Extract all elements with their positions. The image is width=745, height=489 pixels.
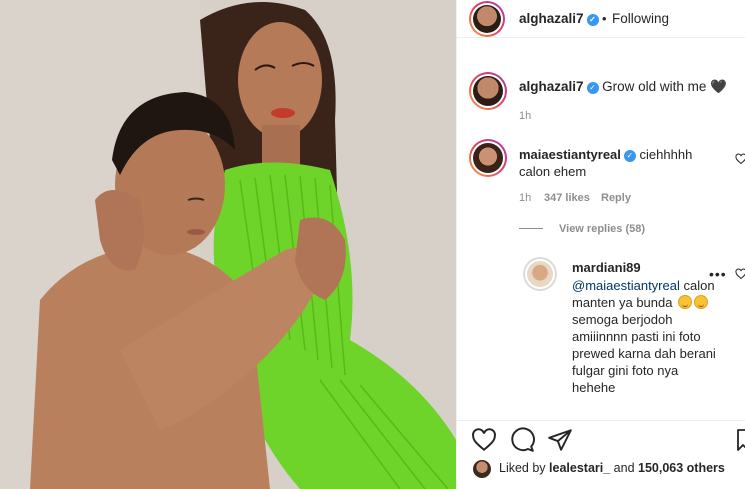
likes-prefix: Liked by — [499, 461, 550, 475]
caption-avatar[interactable] — [469, 72, 507, 110]
author-avatar[interactable] — [469, 1, 505, 37]
caption-text: Grow old with me 🖤 — [602, 79, 727, 94]
post-sidebar: alghazali7 ✓ • Following alghazali7 ✓ Grow… — [456, 0, 745, 489]
emoji-icon — [678, 295, 693, 309]
comments-list[interactable]: alghazali7 ✓ Grow old with me 🖤 1h maiaes… — [457, 60, 745, 420]
caption: alghazali7 ✓ Grow old with me 🖤 — [519, 79, 727, 95]
reply-like-icon[interactable] — [735, 268, 745, 280]
reply-avatar[interactable] — [523, 257, 557, 291]
bookmark-icon[interactable] — [736, 427, 745, 453]
photo-illustration — [0, 0, 456, 489]
separator-dot: • — [602, 11, 607, 26]
liker-avatar[interactable] — [473, 460, 491, 478]
comment-icon[interactable] — [509, 427, 535, 453]
post-header: alghazali7 ✓ • Following — [457, 0, 745, 38]
verified-badge-icon: ✓ — [586, 82, 599, 94]
post-actions-bar: Liked by lealestari_ and 150,063 others — [457, 420, 745, 489]
comment-reply-button[interactable]: Reply — [601, 192, 631, 204]
following-button[interactable]: Following — [612, 11, 669, 26]
reply-text-rest: semoga berjodoh amiiinnnn pasti ini foto… — [572, 312, 716, 395]
likes-middle: and — [610, 461, 639, 475]
post-photo[interactable] — [0, 0, 456, 489]
comment-body: maiaestiantyreal ✓ ciehhhhh calon ehem — [519, 146, 699, 180]
view-replies-button[interactable]: View replies (58) — [519, 223, 645, 235]
divider-line — [519, 228, 543, 229]
emoji-icon — [694, 295, 709, 309]
share-icon[interactable] — [547, 427, 573, 453]
reply-username[interactable]: mardiani89 — [572, 260, 641, 275]
comment-time: 1h — [519, 192, 532, 204]
heart-icon[interactable] — [471, 427, 497, 453]
caption-time: 1h — [519, 110, 532, 122]
verified-badge-icon: ✓ — [586, 14, 599, 26]
comment-likes[interactable]: 347 likes — [544, 192, 590, 204]
verified-badge-icon: ✓ — [623, 150, 636, 162]
caption-username[interactable]: alghazali7 — [519, 79, 584, 94]
comment-like-icon[interactable] — [735, 153, 745, 165]
view-replies-label: View replies (58) — [559, 223, 646, 235]
first-liker[interactable]: lealestari_ — [549, 461, 610, 475]
comment-avatar[interactable] — [469, 139, 507, 177]
reply-mention[interactable]: @maiaestiantyreal — [572, 278, 680, 293]
comment-username[interactable]: maiaestiantyreal — [519, 147, 621, 162]
author-username[interactable]: alghazali7 ✓ — [519, 11, 599, 26]
likes-summary[interactable]: Liked by lealestari_ and 150,063 others — [499, 461, 725, 475]
likes-count[interactable]: 150,063 others — [638, 461, 725, 475]
reply-body: @maiaestiantyreal calon manten ya bunda … — [572, 277, 722, 396]
